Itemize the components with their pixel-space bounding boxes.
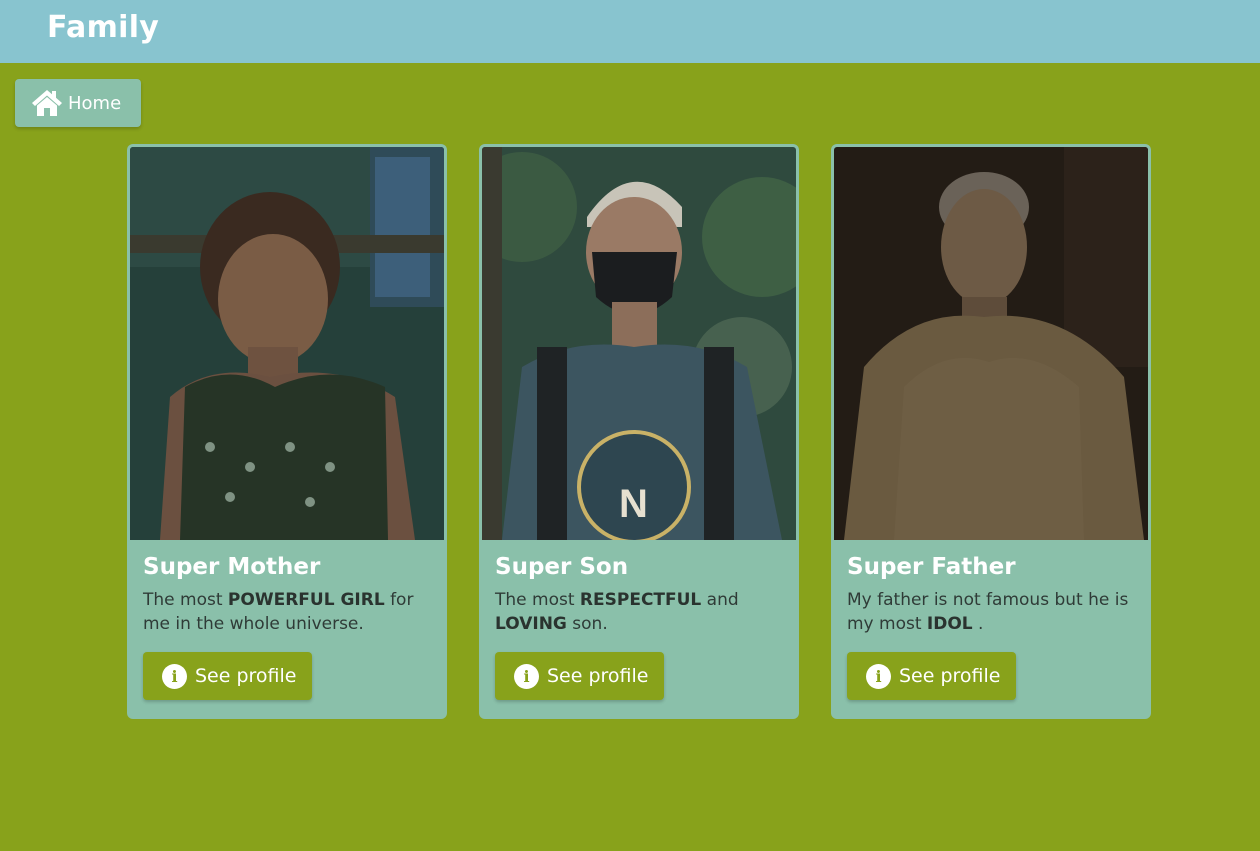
see-profile-button[interactable]: i See profile — [847, 652, 1016, 700]
see-profile-button[interactable]: i See profile — [143, 652, 312, 700]
see-profile-label: See profile — [899, 665, 1001, 687]
card-description: The most RESPECTFUL and LOVING son. — [495, 590, 739, 634]
card-super-mother: Super Mother The most POWERFUL GIRL for … — [127, 144, 447, 719]
app-title: Family — [47, 10, 160, 45]
svg-text:N: N — [619, 482, 648, 526]
home-icon — [32, 90, 62, 116]
card-super-father: Super Father My father is not famous but… — [831, 144, 1151, 719]
profile-photo-father — [834, 147, 1148, 540]
home-button-label: Home — [68, 92, 122, 114]
card-title: Super Mother — [143, 554, 321, 580]
profile-photo-mother — [130, 147, 444, 540]
home-button[interactable]: Home — [15, 79, 141, 127]
profile-photo-son: N — [482, 147, 796, 540]
card-super-son: N Super Son The most RESPECTFUL and LOVI… — [479, 144, 799, 719]
see-profile-button[interactable]: i See profile — [495, 652, 664, 700]
card-description: The most POWERFUL GIRL for me in the who… — [143, 590, 414, 634]
info-icon: i — [162, 663, 187, 689]
card-description: My father is not famous but he is my mos… — [847, 590, 1129, 634]
card-title: Super Father — [847, 554, 1016, 580]
see-profile-label: See profile — [195, 665, 297, 687]
see-profile-label: See profile — [547, 665, 649, 687]
info-icon: i — [866, 663, 891, 689]
top-bar: Family — [0, 0, 1260, 63]
info-icon: i — [514, 663, 539, 689]
card-title: Super Son — [495, 554, 629, 580]
